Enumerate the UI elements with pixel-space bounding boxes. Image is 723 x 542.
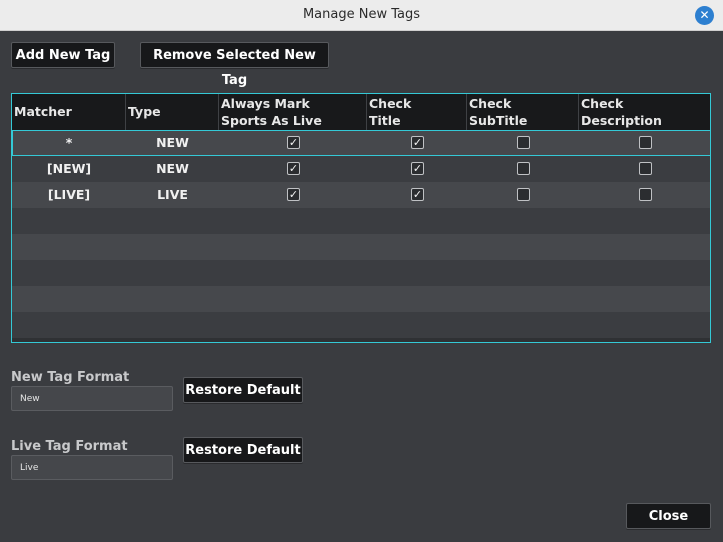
live-tag-format-label: Live Tag Format <box>11 439 128 454</box>
check-subtitle-checkbox[interactable] <box>517 136 530 149</box>
check-title-checkbox[interactable]: ✓ <box>411 136 424 149</box>
header-check-subtitle[interactable]: Check SubTitle <box>467 94 579 130</box>
check-description-checkbox[interactable] <box>639 188 652 201</box>
cell-matcher: * <box>65 135 73 150</box>
check-subtitle-checkbox[interactable] <box>517 162 530 175</box>
empty-row <box>12 234 710 260</box>
window-title: Manage New Tags <box>302 7 421 22</box>
add-new-tag-button[interactable]: Add New Tag <box>11 42 115 68</box>
cell-type: NEW <box>156 135 189 150</box>
table-header: Matcher Type Always Mark Sports As Live C… <box>12 94 710 130</box>
sports-live-checkbox[interactable]: ✓ <box>287 136 300 149</box>
table-row[interactable]: [NEW] NEW ✓ ✓ <box>12 156 710 182</box>
header-always-mark-sports-live[interactable]: Always Mark Sports As Live <box>219 94 367 130</box>
empty-row <box>12 312 710 338</box>
restore-default-live-button[interactable]: Restore Default <box>183 437 303 463</box>
header-matcher[interactable]: Matcher <box>12 94 126 130</box>
close-icon[interactable]: ✕ <box>695 6 714 25</box>
sports-live-checkbox[interactable]: ✓ <box>287 162 300 175</box>
dialog-body: Add New Tag Remove Selected New Tag Matc… <box>0 31 723 542</box>
table-row[interactable]: * NEW ✓ ✓ <box>12 130 710 156</box>
remove-selected-new-tag-button[interactable]: Remove Selected New Tag <box>140 42 329 88</box>
empty-row <box>12 208 710 234</box>
check-description-checkbox[interactable] <box>639 162 652 175</box>
check-title-checkbox[interactable]: ✓ <box>411 162 424 175</box>
cell-matcher: [LIVE] <box>47 187 91 202</box>
cell-type: NEW <box>156 161 189 176</box>
cell-type: LIVE <box>157 187 188 202</box>
sports-live-checkbox[interactable]: ✓ <box>287 188 300 201</box>
close-button[interactable]: Close <box>626 503 711 529</box>
restore-default-new-button[interactable]: Restore Default <box>183 377 303 403</box>
new-tag-format-label: New Tag Format <box>11 370 130 385</box>
empty-row <box>12 286 710 312</box>
check-description-checkbox[interactable] <box>639 136 652 149</box>
check-subtitle-checkbox[interactable] <box>517 188 530 201</box>
check-title-checkbox[interactable]: ✓ <box>411 188 424 201</box>
title-bar: Manage New Tags ✕ <box>0 0 723 31</box>
cell-matcher: [NEW] <box>46 161 92 176</box>
tags-table[interactable]: Matcher Type Always Mark Sports As Live C… <box>11 93 711 343</box>
header-check-title[interactable]: Check Title <box>367 94 467 130</box>
header-type[interactable]: Type <box>126 94 219 130</box>
table-row[interactable]: [LIVE] LIVE ✓ ✓ <box>12 182 710 208</box>
live-tag-format-field[interactable] <box>11 455 173 480</box>
new-tag-format-field[interactable] <box>11 386 173 411</box>
empty-row <box>12 260 710 286</box>
header-check-description[interactable]: Check Description <box>579 94 710 130</box>
